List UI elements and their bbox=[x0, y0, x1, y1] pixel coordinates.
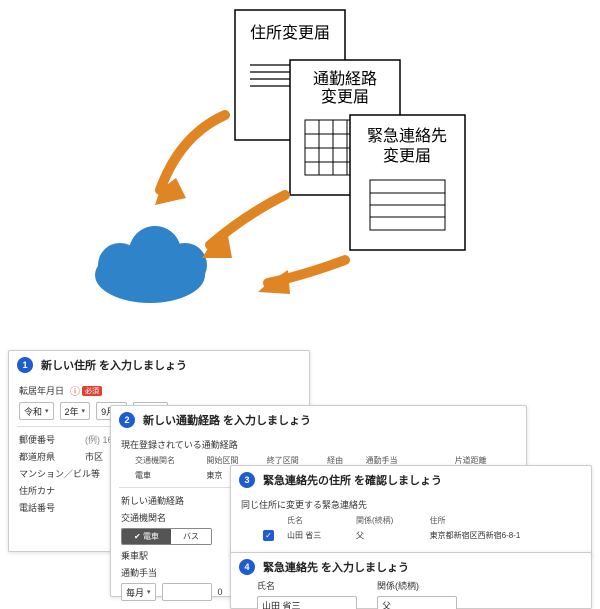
svg-text:緊急連絡先: 緊急連絡先 bbox=[367, 127, 447, 145]
step-title: 新しい住所 を入力しましょう bbox=[41, 357, 187, 373]
svg-text:通勤経路: 通勤経路 bbox=[313, 70, 377, 88]
row-checkbox[interactable]: ✓ bbox=[263, 530, 274, 541]
svg-text:変更届: 変更届 bbox=[383, 147, 431, 165]
step-badge: 3 bbox=[239, 472, 255, 488]
year-select[interactable]: 2年▾ bbox=[60, 402, 91, 420]
transport-segmented[interactable]: 電車 バス bbox=[121, 528, 212, 545]
city-label: 市区 bbox=[85, 450, 103, 463]
svg-text:住所変更届: 住所変更届 bbox=[250, 24, 330, 42]
panel-emergency-input: 4 緊急連絡先 を入力しましょう 氏名 関係(続柄) bbox=[230, 552, 592, 609]
seg-bus: バス bbox=[171, 529, 211, 544]
hero-illustration: 住所変更届 通勤経路 変更届 bbox=[0, 0, 600, 330]
required-badge: ⓘ 必須 bbox=[70, 383, 102, 398]
step-badge: 4 bbox=[239, 559, 255, 575]
date-label: 転居年月日 bbox=[19, 384, 64, 397]
postal-label: 郵便番号 bbox=[19, 433, 79, 446]
info-icon: ⓘ bbox=[70, 383, 80, 398]
name-header: 氏名 bbox=[257, 579, 337, 592]
bldg-label: マンション／ビル等 bbox=[19, 467, 100, 480]
step-title: 緊急連絡先 を入力しましょう bbox=[263, 559, 409, 575]
emergency-name-input[interactable] bbox=[257, 596, 357, 609]
step-title: 緊急連絡先の住所 を確認しましょう bbox=[263, 472, 442, 488]
registered-label: 現在登録されている通勤経路 bbox=[121, 438, 238, 451]
svg-text:変更届: 変更届 bbox=[321, 88, 369, 106]
table-row: ✓ 山田 省三 父 東京都新宿区西新宿6-8-1 bbox=[257, 528, 577, 543]
start-station-label: 乗車駅 bbox=[121, 549, 148, 562]
pref-label: 都道府県 bbox=[19, 450, 79, 463]
transport-label: 交通機関名 bbox=[121, 511, 166, 524]
phone-label: 電話番号 bbox=[19, 501, 55, 514]
same-address-label: 同じ住所に変更する緊急連絡先 bbox=[241, 498, 367, 511]
rel-header: 関係(続柄) bbox=[377, 579, 419, 592]
step-badge: 2 bbox=[119, 412, 135, 428]
allowance-unit-select[interactable]: 毎月▾ bbox=[121, 583, 156, 601]
kana-label: 住所カナ bbox=[19, 484, 55, 497]
step-badge: 1 bbox=[17, 357, 33, 373]
era-select[interactable]: 令和▾ bbox=[19, 402, 54, 420]
new-route-label: 新しい通勤経路 bbox=[121, 494, 184, 507]
doc-card-3: 緊急連絡先 変更届 bbox=[350, 115, 465, 250]
panel-confirm-emergency: 3 緊急連絡先の住所 を確認しましょう 同じ住所に変更する緊急連絡先 氏名 関係… bbox=[230, 465, 592, 557]
seg-train: 電車 bbox=[122, 529, 171, 544]
allowance-amount-input[interactable] bbox=[162, 583, 212, 601]
step-title: 新しい通勤経路 を入力しましょう bbox=[143, 412, 311, 428]
emergency-rel-input[interactable] bbox=[377, 596, 457, 609]
allowance-label: 通勤手当 bbox=[121, 566, 157, 579]
emergency-table: 氏名 関係(続柄) 住所 ✓ 山田 省三 父 東京都新宿区西新宿6-8-1 bbox=[257, 513, 577, 543]
